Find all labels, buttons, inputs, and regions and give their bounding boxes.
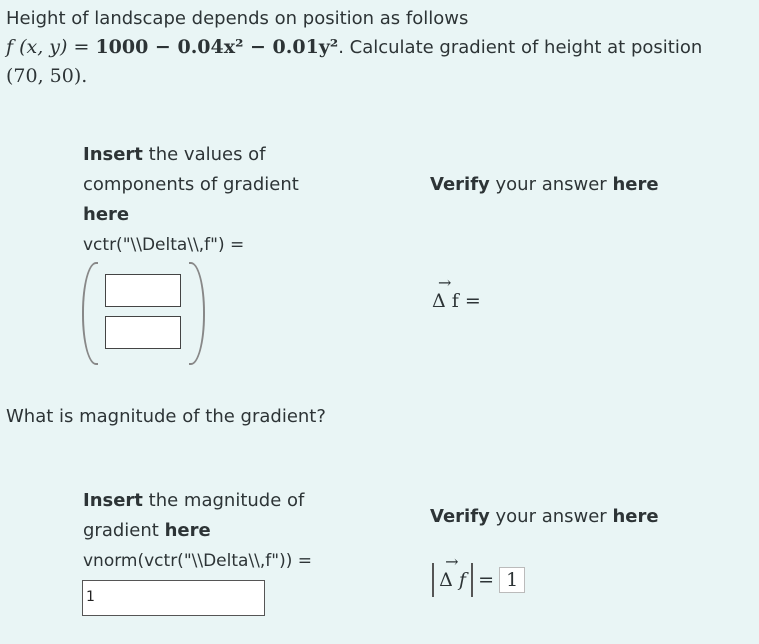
gradient-instructions: Insert the values of components of gradi…	[83, 140, 343, 260]
function-rhs: 1000 − 0.04x² − 0.01y²	[95, 36, 339, 58]
magnitude-verify: Verify your answer here	[430, 502, 659, 532]
vector-arrow-icon: →	[438, 273, 452, 292]
magnitude-vector-symbol: → Δ f	[439, 552, 466, 592]
abs-bar-left	[432, 563, 434, 597]
function-definition: f (x, y) = 1000 − 0.04x² − 0.01y²	[6, 36, 338, 58]
verify-label: Verify	[430, 174, 490, 195]
position-period: .	[81, 65, 88, 87]
position-value: (70, 50)	[6, 65, 82, 87]
magnitude-code-label: vnorm(vctr("\\Delta\\,f")) =	[83, 551, 313, 571]
left-paren	[82, 262, 98, 365]
right-paren	[189, 262, 205, 365]
insert-label: Insert	[83, 144, 143, 165]
problem-intro: Height of landscape depends on position …	[6, 8, 469, 29]
insert-label-2: Insert	[83, 490, 143, 511]
insert-here-label-2: here	[164, 520, 211, 541]
gradient-formula: → Δ f =	[432, 275, 481, 313]
gradient-code-label: vctr("\\Delta\\,f") =	[83, 235, 245, 255]
insert-here-label: here	[83, 204, 130, 225]
verify-here-label[interactable]: here	[612, 174, 658, 195]
magnitude-formula: → Δ f = 1	[432, 552, 526, 597]
verify-here-label-2[interactable]: here	[612, 506, 658, 527]
function-lhs: f (x, y) =	[6, 36, 96, 58]
gradient-formula-text: Δ f =	[432, 290, 481, 312]
gradient-component-x-input[interactable]	[105, 274, 181, 307]
verify-text: your answer	[495, 174, 607, 195]
abs-bar-right	[471, 563, 473, 597]
magnitude-input[interactable]: 1	[82, 580, 265, 616]
question-text: . Calculate gradient of height at positi…	[338, 37, 703, 58]
verify-text-2: your answer	[495, 506, 607, 527]
magnitude-equals: =	[478, 569, 495, 591]
gradient-verify: Verify your answer here	[430, 170, 659, 200]
magnitude-answer-display: 1	[499, 567, 526, 593]
magnitude-question: What is magnitude of the gradient?	[6, 406, 326, 427]
gradient-component-y-input[interactable]	[105, 316, 181, 349]
verify-label-2: Verify	[430, 506, 490, 527]
problem-statement: Height of landscape depends on position …	[6, 4, 754, 91]
gradient-matrix	[82, 262, 205, 365]
gradient-vector-symbol: → Δ f =	[432, 275, 481, 313]
magnitude-instructions: Insert the magnitude of gradient here vn…	[83, 486, 343, 576]
vector-arrow-icon-2: →	[445, 552, 459, 571]
